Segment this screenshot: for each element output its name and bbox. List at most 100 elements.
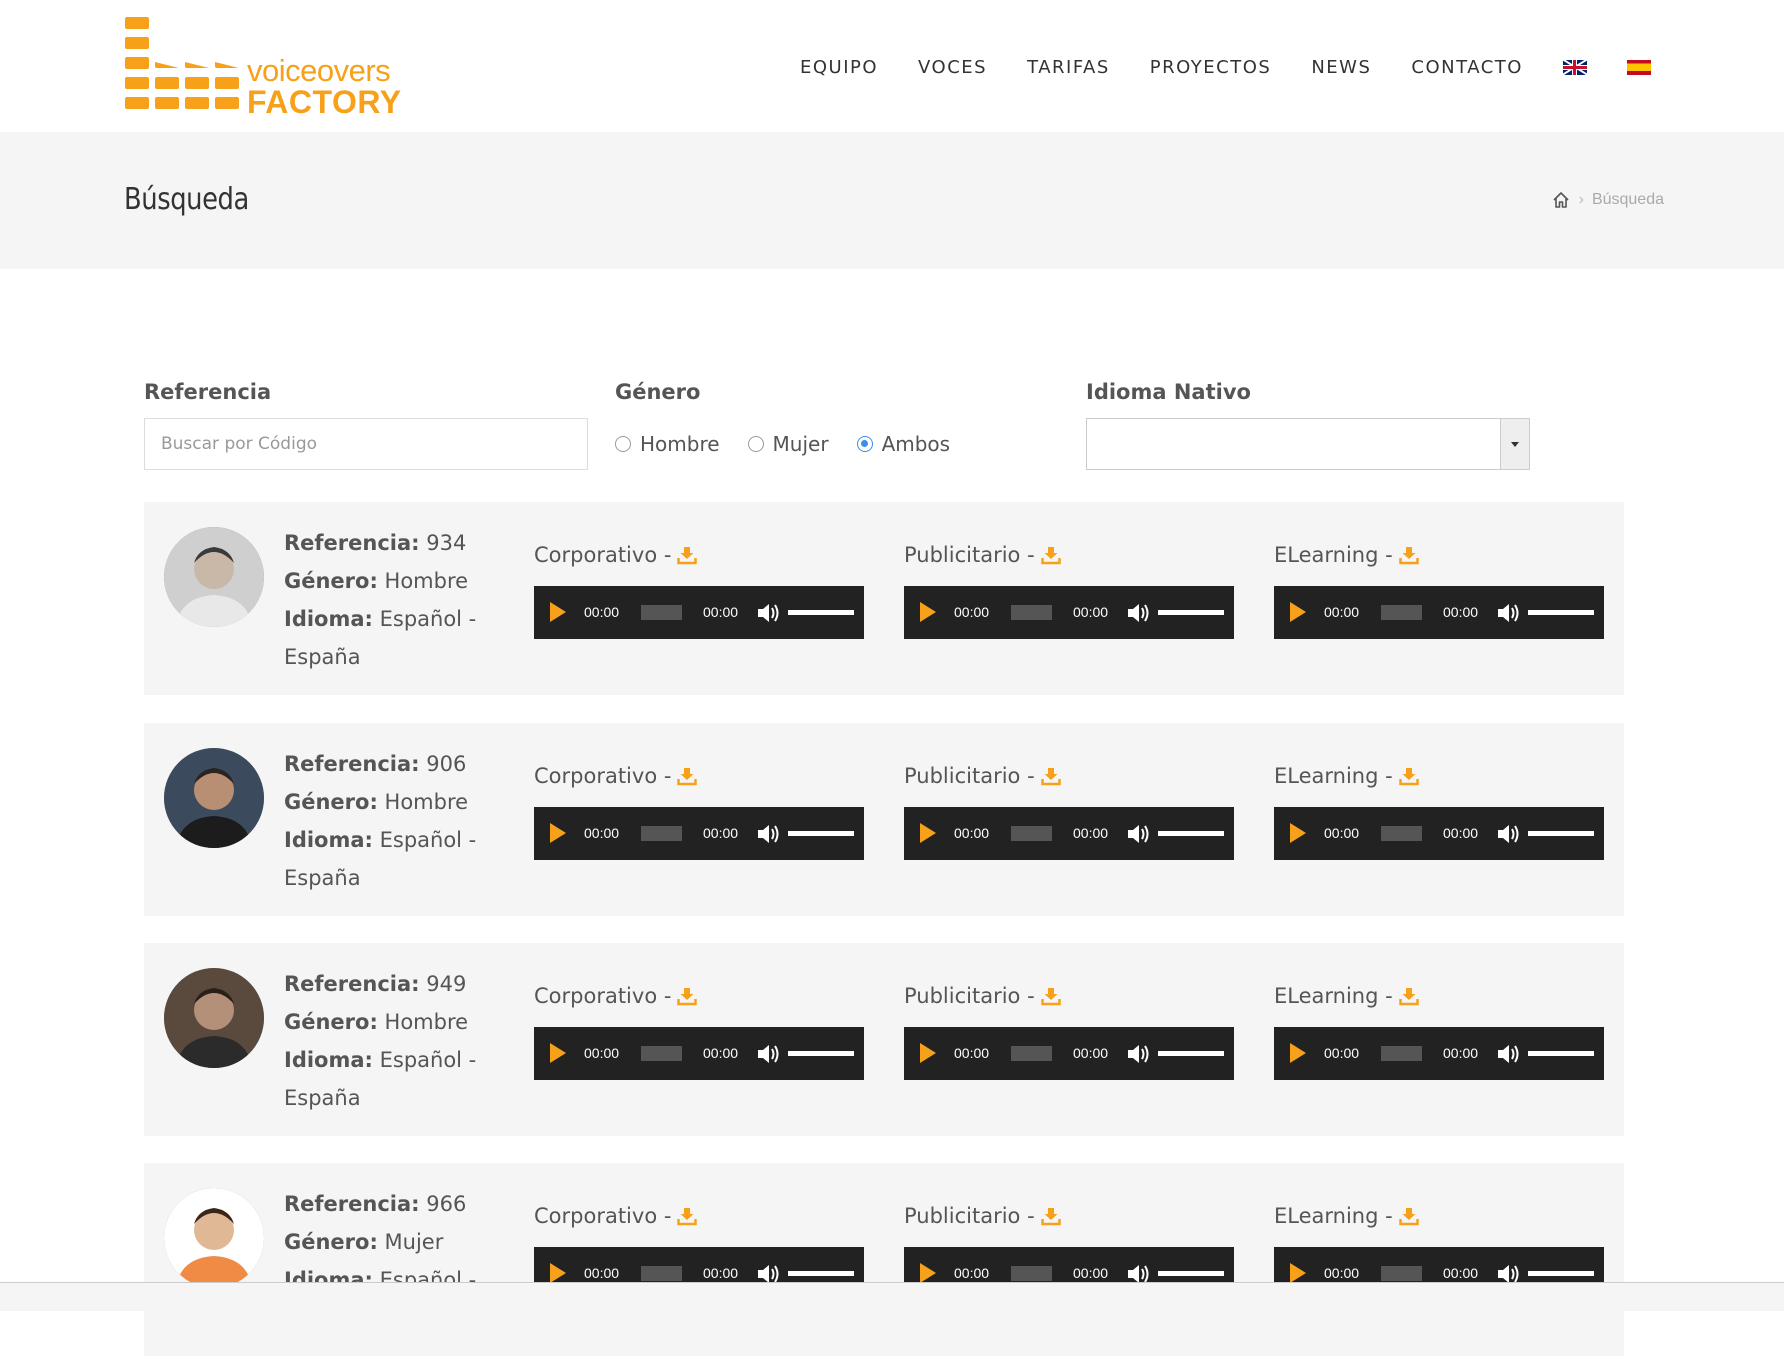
download-icon[interactable] (1398, 545, 1419, 565)
reference-value: 949 (426, 972, 467, 996)
volume-slider[interactable] (1158, 831, 1224, 836)
progress-rail[interactable] (1381, 826, 1422, 841)
volume-slider[interactable] (1528, 610, 1594, 615)
volume-icon[interactable] (756, 1043, 780, 1065)
gender-key: Género: (284, 790, 378, 814)
nav-proyectos[interactable]: PROYECTOS (1150, 57, 1272, 78)
audio-sample-publicitario: Publicitario - 00:00 00:00 (904, 981, 1234, 1080)
volume-icon[interactable] (756, 823, 780, 845)
play-icon[interactable] (550, 602, 566, 622)
volume-icon[interactable] (1496, 823, 1520, 845)
play-icon[interactable] (1290, 823, 1306, 843)
volume-slider[interactable] (788, 1051, 854, 1056)
progress-rail[interactable] (1011, 1266, 1052, 1281)
download-icon[interactable] (677, 986, 698, 1006)
progress-rail[interactable] (1381, 605, 1422, 620)
site-logo[interactable]: voiceovers FACTORY (125, 17, 402, 120)
progress-rail[interactable] (1381, 1046, 1422, 1061)
play-icon[interactable] (920, 823, 936, 843)
download-icon[interactable] (1040, 545, 1061, 565)
nav-news[interactable]: NEWS (1311, 57, 1371, 78)
download-icon[interactable] (1398, 1206, 1419, 1226)
sample-title: Corporativo - (534, 1201, 864, 1231)
volume-slider[interactable] (1528, 1271, 1594, 1276)
progress-rail[interactable] (641, 826, 682, 841)
nav-voces[interactable]: VOCES (918, 57, 987, 78)
uk-flag-icon[interactable] (1562, 59, 1587, 75)
current-time: 00:00 (1324, 604, 1360, 620)
reference-search-input[interactable] (144, 418, 588, 470)
duration-time: 00:00 (703, 604, 739, 620)
volume-icon[interactable] (1126, 823, 1150, 845)
download-icon[interactable] (1398, 766, 1419, 786)
gender-label: Género (615, 380, 701, 404)
current-time: 00:00 (584, 604, 620, 620)
progress-rail[interactable] (1011, 1046, 1052, 1061)
radio-ambos-circle[interactable] (856, 436, 873, 452)
progress-rail[interactable] (641, 605, 682, 620)
volume-icon[interactable] (1496, 602, 1520, 624)
audio-sample-elearning: ELearning - 00:00 00:00 (1274, 540, 1604, 639)
nav-contacto[interactable]: CONTACTO (1411, 57, 1523, 78)
progress-rail[interactable] (641, 1046, 682, 1061)
volume-icon[interactable] (1126, 1043, 1150, 1065)
radio-hombre-circle[interactable] (615, 436, 631, 452)
play-icon[interactable] (550, 1263, 566, 1283)
nav-tarifas[interactable]: TARIFAS (1027, 57, 1110, 78)
volume-slider[interactable] (1158, 610, 1224, 615)
download-icon[interactable] (677, 1206, 698, 1226)
volume-slider[interactable] (788, 1271, 854, 1276)
logo-line-2: FACTORY (247, 84, 402, 120)
nav-equipo[interactable]: EQUIPO (800, 57, 878, 78)
volume-icon[interactable] (1496, 1043, 1520, 1065)
duration-time: 00:00 (1443, 604, 1479, 620)
volume-slider[interactable] (1528, 831, 1594, 836)
volume-slider[interactable] (1528, 1051, 1594, 1056)
progress-rail[interactable] (1011, 826, 1052, 841)
volume-icon[interactable] (1126, 602, 1150, 624)
play-icon[interactable] (550, 823, 566, 843)
download-icon[interactable] (1040, 986, 1061, 1006)
progress-rail[interactable] (1381, 1266, 1422, 1281)
audio-player: 00:00 00:00 (1274, 807, 1604, 860)
download-icon[interactable] (677, 766, 698, 786)
download-icon[interactable] (1040, 766, 1061, 786)
duration-time: 00:00 (703, 825, 739, 841)
play-icon[interactable] (1290, 1263, 1306, 1283)
volume-icon[interactable] (756, 602, 780, 624)
radio-mujer-circle[interactable] (747, 436, 764, 452)
chevron-down-icon[interactable] (1500, 419, 1529, 469)
breadcrumb-separator: › (1578, 191, 1584, 208)
radio-ambos[interactable]: Ambos (856, 432, 950, 456)
volume-slider[interactable] (788, 610, 854, 615)
sample-label: ELearning - (1274, 543, 1393, 567)
play-icon[interactable] (920, 1043, 936, 1063)
voice-avatar (164, 968, 264, 1068)
download-icon[interactable] (1398, 986, 1419, 1006)
language-select[interactable] (1086, 418, 1530, 470)
spain-flag-icon[interactable] (1626, 59, 1651, 75)
duration-time: 00:00 (1443, 825, 1479, 841)
play-icon[interactable] (550, 1043, 566, 1063)
sample-label: Corporativo - (534, 1204, 672, 1228)
sample-label: ELearning - (1274, 984, 1393, 1008)
progress-rail[interactable] (641, 1266, 682, 1281)
radio-mujer[interactable]: Mujer (747, 432, 829, 456)
play-icon[interactable] (920, 1263, 936, 1283)
voice-card-966: Referencia: 966 Género: Mujer Idioma: Es… (144, 1163, 1624, 1356)
home-icon[interactable] (1551, 190, 1571, 210)
progress-rail[interactable] (1011, 605, 1052, 620)
audio-sample-corporativo: Corporativo - 00:00 00:00 (534, 981, 864, 1080)
play-icon[interactable] (1290, 1043, 1306, 1063)
radio-hombre[interactable]: Hombre (615, 432, 720, 456)
download-icon[interactable] (1040, 1206, 1061, 1226)
download-icon[interactable] (677, 545, 698, 565)
volume-slider[interactable] (1158, 1051, 1224, 1056)
volume-slider[interactable] (1158, 1271, 1224, 1276)
sample-title: ELearning - (1274, 1201, 1604, 1231)
sample-title: Publicitario - (904, 761, 1234, 791)
play-icon[interactable] (920, 602, 936, 622)
volume-slider[interactable] (788, 831, 854, 836)
play-icon[interactable] (1290, 602, 1306, 622)
sample-label: Publicitario - (904, 984, 1035, 1008)
